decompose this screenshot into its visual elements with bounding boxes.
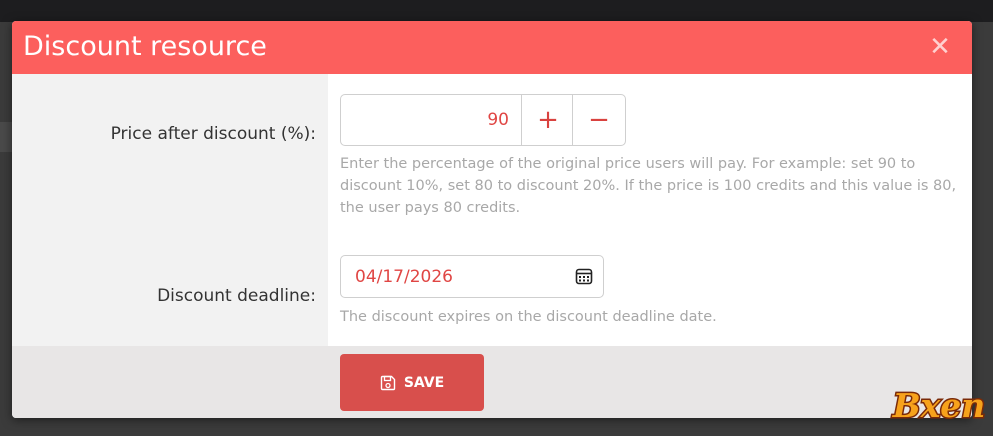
- price-help-text: Enter the percentage of the original pri…: [340, 156, 957, 216]
- svg-text:Bxen: Bxen: [892, 386, 986, 425]
- floppy-disk-icon: [380, 375, 396, 390]
- label-column: Price after discount (%): Discount deadl…: [12, 74, 328, 346]
- discount-deadline-label: Discount deadline:: [157, 286, 316, 306]
- save-button-label: SAVE: [403, 374, 445, 391]
- price-input[interactable]: [341, 95, 523, 145]
- bxen-logo: Bxen: [890, 385, 987, 427]
- dialog-footer: SAVE: [12, 346, 972, 418]
- deadline-date-input[interactable]: [341, 256, 561, 297]
- dialog-header: Discount resource ✕: [12, 21, 972, 74]
- increment-button[interactable]: +: [521, 95, 574, 145]
- price-stepper: + −: [340, 94, 626, 146]
- close-icon[interactable]: ✕: [928, 34, 952, 60]
- deadline-help-text: The discount expires on the discount dea…: [340, 309, 717, 325]
- price-after-discount-label: Price after discount (%):: [110, 124, 316, 144]
- discount-resource-dialog: Discount resource ✕ Price after discount…: [12, 21, 972, 418]
- dialog-title: Discount resource: [23, 31, 267, 62]
- app-top-bar: [0, 0, 993, 22]
- decrement-button[interactable]: −: [572, 95, 625, 145]
- calendar-icon[interactable]: [575, 267, 593, 285]
- deadline-date-picker: [340, 255, 604, 298]
- save-button[interactable]: SAVE: [340, 354, 484, 411]
